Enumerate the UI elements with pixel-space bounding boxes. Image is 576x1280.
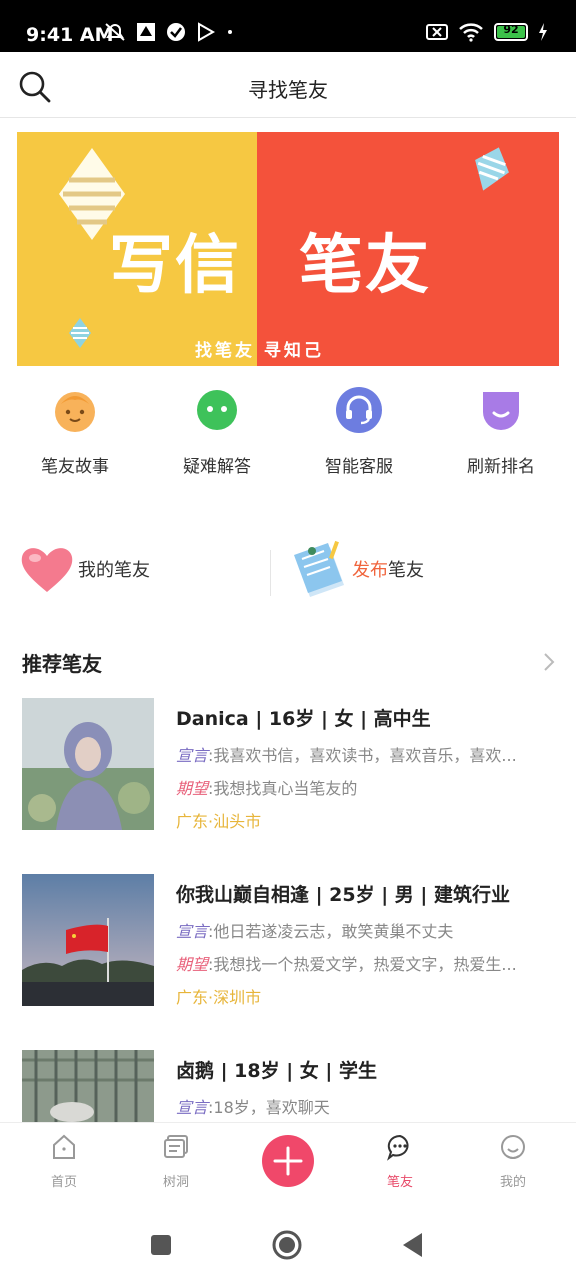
tab-pen-pals[interactable]: 笔友 xyxy=(360,1133,440,1190)
page-title: 寻找笔友 xyxy=(248,78,328,102)
banner-right-text: 笔友 xyxy=(299,229,431,303)
pen-pal-title: Danica | 16岁 | 女 | 高中生 xyxy=(176,708,431,730)
menu-item-pal-stories[interactable]: 笔友故事 xyxy=(3,386,147,477)
plus-icon xyxy=(273,1146,303,1176)
menu-item-support[interactable]: 智能客服 xyxy=(287,386,431,477)
section-title: 推荐笔友 xyxy=(22,652,102,676)
dot-icon xyxy=(228,30,232,34)
declaration-tag: 宣言 xyxy=(176,746,209,765)
declaration-text: :他日若遂凌云志，敢笑黄巢不丈夫 xyxy=(208,922,454,941)
message-board-icon xyxy=(164,1135,188,1158)
expectation-text: :我想找真心当笔友的 xyxy=(208,779,358,798)
menu-item-faq[interactable]: 疑难解答 xyxy=(145,386,289,477)
menu-item-refresh-rank[interactable]: 刷新排名 xyxy=(429,386,573,477)
declaration-tag: 宣言 xyxy=(176,1098,209,1117)
tab-home[interactable]: 首页 xyxy=(24,1133,104,1190)
check-circle-icon xyxy=(167,23,185,41)
banner-subtitle: 找笔友 寻知己 xyxy=(195,341,324,361)
divider xyxy=(270,550,271,596)
my-pen-pals-label: 我的笔友 xyxy=(78,560,150,581)
top-header: 寻找笔友 xyxy=(0,52,576,118)
pen-pal-location: 广东·汕头市 xyxy=(176,812,262,831)
charging-bolt-icon xyxy=(539,23,547,41)
home-circle-icon[interactable] xyxy=(272,1230,302,1260)
expectation-tag: 期望 xyxy=(176,955,209,974)
smile-face-icon xyxy=(501,1135,525,1159)
menu-label: 智能客服 xyxy=(325,457,393,477)
shield-smile-icon xyxy=(483,392,519,430)
pen-pal-card[interactable]: 卤鹅 | 18岁 | 女 | 学生 宣言:18岁，喜欢聊天 xyxy=(22,1050,556,1122)
declaration-tag: 宣言 xyxy=(176,922,209,941)
tab-label: 我的 xyxy=(499,1175,526,1190)
add-post-button[interactable] xyxy=(262,1135,314,1187)
home-icon xyxy=(53,1134,75,1159)
pen-pal-card[interactable]: Danica | 16岁 | 女 | 高中生 宣言:我喜欢书信，喜欢读书，喜欢音… xyxy=(22,698,556,832)
pen-pal-photo xyxy=(22,874,154,1006)
kite-small-icon xyxy=(69,318,91,348)
publish-pen-pal-button[interactable]: 发布笔友 xyxy=(290,536,424,602)
bottom-tab-bar: 首页 树洞 笔友 我的 xyxy=(0,1122,576,1200)
app-notification-icon xyxy=(137,23,155,41)
wifi-icon xyxy=(459,23,483,42)
pen-pal-title: 卤鹅 | 18岁 | 女 | 学生 xyxy=(176,1060,377,1082)
pen-pal-declaration: 宣言:我喜欢书信，喜欢读书，喜欢音乐，喜欢... xyxy=(176,742,546,766)
back-icon[interactable] xyxy=(402,1232,424,1258)
system-nav-bar xyxy=(0,1200,576,1280)
publish-accent-text: 发布 xyxy=(352,560,388,581)
promo-banner[interactable]: 写信 笔友 找笔友 寻知己 xyxy=(17,132,559,366)
declaration-text: :我喜欢书信，喜欢读书，喜欢音乐，喜欢... xyxy=(208,746,517,765)
pen-pal-expectation: 期望:我想找真心当笔友的 xyxy=(176,775,546,799)
tab-me[interactable]: 我的 xyxy=(473,1133,553,1190)
status-system-icons: 92 xyxy=(426,22,548,42)
kite-blue-icon xyxy=(475,147,509,191)
chevron-right-icon[interactable] xyxy=(542,652,556,672)
chat-bubble-icon xyxy=(197,390,237,430)
child-face-icon xyxy=(55,392,95,432)
pen-pal-shortcuts: 我的笔友 发布笔友 xyxy=(0,536,576,602)
heart-icon xyxy=(21,548,73,592)
publish-pen-pal-label: 发布笔友 xyxy=(352,556,424,582)
status-notification-icons xyxy=(104,22,234,42)
menu-label: 刷新排名 xyxy=(467,457,535,477)
tab-label: 树洞 xyxy=(162,1175,189,1190)
notebook-icon xyxy=(294,540,344,597)
tab-tree-hole[interactable]: 树洞 xyxy=(136,1133,216,1190)
publish-rest-text: 笔友 xyxy=(388,560,424,581)
menu-label: 笔友故事 xyxy=(41,457,109,477)
tab-label: 笔友 xyxy=(386,1175,413,1190)
status-bar: 9:41 AM 92 xyxy=(0,0,576,52)
mute-bell-icon xyxy=(105,23,125,41)
menu-label: 疑难解答 xyxy=(183,457,251,477)
pen-pal-expectation: 期望:我想找一个热爱文学，热爱文字，热爱生... xyxy=(176,951,546,975)
battery-icon: 92 xyxy=(494,23,528,41)
banner-left-text: 写信 xyxy=(109,229,241,303)
pen-pal-location: 广东·深圳市 xyxy=(176,988,262,1007)
expectation-text: :我想找一个热爱文学，热爱文字，热爱生... xyxy=(208,955,517,974)
pen-pal-card[interactable]: 你我山巅自相逢 | 25岁 | 男 | 建筑行业 宣言:他日若遂凌云志，敢笑黄巢… xyxy=(22,874,556,1008)
status-time: 9:41 AM xyxy=(26,24,114,46)
tab-label: 首页 xyxy=(50,1175,77,1190)
headset-icon xyxy=(336,387,382,433)
declaration-text: :18岁，喜欢聊天 xyxy=(208,1098,330,1117)
pen-pal-declaration: 宣言:18岁，喜欢聊天 xyxy=(176,1094,546,1118)
recent-apps-icon[interactable] xyxy=(150,1234,172,1256)
expectation-tag: 期望 xyxy=(176,779,209,798)
battery-level: 92 xyxy=(503,23,519,36)
my-pen-pals-button[interactable]: 我的笔友 xyxy=(20,540,150,598)
pen-pal-title: 你我山巅自相逢 | 25岁 | 男 | 建筑行业 xyxy=(176,884,510,906)
quick-menu: 笔友故事 疑难解答 智能客服 刷新排名 xyxy=(0,386,576,477)
pen-pal-declaration: 宣言:他日若遂凌云志，敢笑黄巢不丈夫 xyxy=(176,918,546,942)
play-store-icon xyxy=(198,22,216,42)
no-sim-icon xyxy=(426,24,448,40)
chat-dots-icon xyxy=(387,1134,409,1161)
pen-pal-photo xyxy=(22,1050,154,1122)
pen-pal-photo xyxy=(22,698,154,830)
